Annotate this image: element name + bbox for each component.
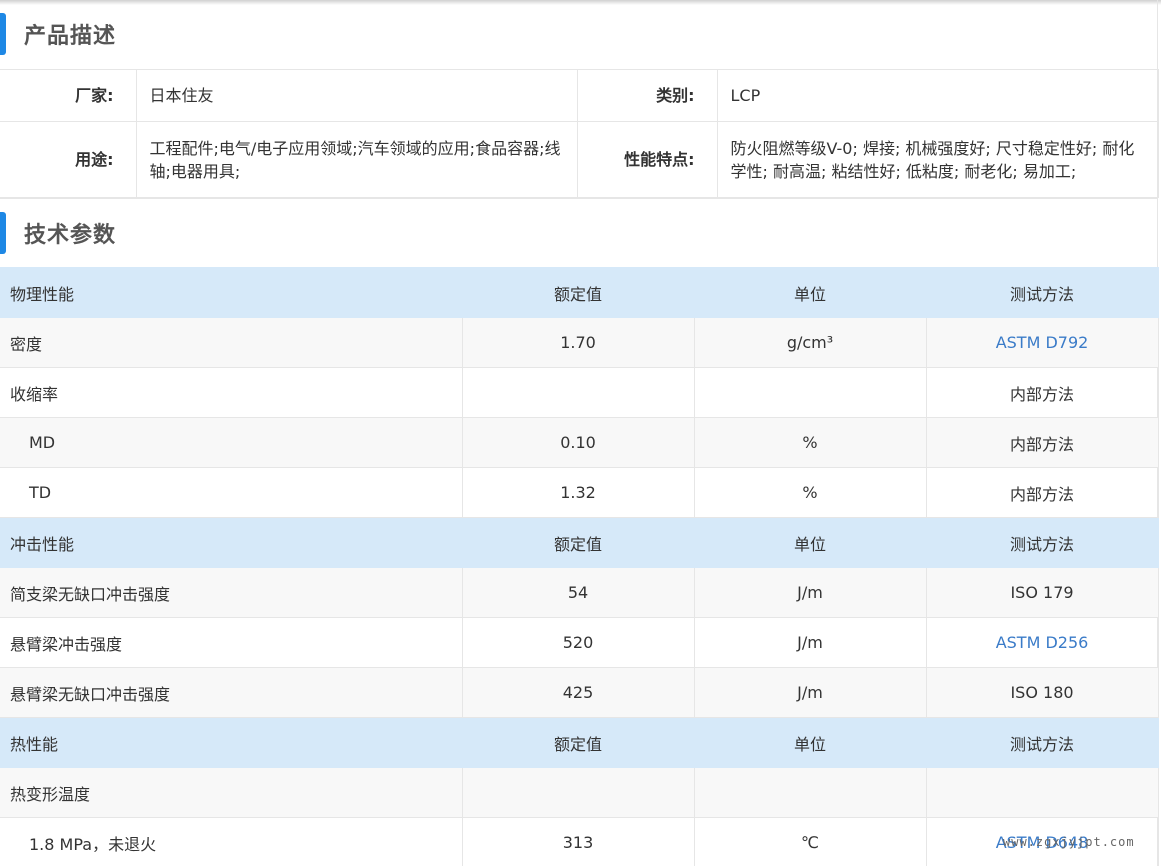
unit-cell: J/m — [693, 617, 927, 668]
test-method-cell: 内部方法 — [925, 467, 1159, 518]
category-label: 类别: — [576, 69, 718, 122]
test-method-cell: 内部方法 — [925, 417, 1159, 468]
section-divider — [0, 197, 1158, 199]
test-method-cell: ASTM D792 — [925, 317, 1159, 368]
manufacturer-label: 厂家: — [0, 69, 137, 122]
property-name-cell: 密度 — [0, 317, 463, 368]
table-group-header-row: 物理性能 额定值 单位 测试方法 — [0, 267, 1159, 318]
property-name-cell: 1.8 MPa，未退火 — [0, 817, 463, 866]
value-cell: 520 — [461, 617, 695, 668]
test-method-cell: ISO 180 — [925, 667, 1159, 718]
value-cell: 0.10 — [461, 417, 695, 468]
property-name-cell: MD — [0, 417, 463, 468]
test-method-link[interactable]: ASTM D256 — [996, 633, 1089, 652]
unit-cell: J/m — [693, 667, 927, 718]
table-row: 密度 1.70 g/cm³ ASTM D792 — [0, 317, 1159, 368]
unit-cell — [693, 367, 927, 418]
table-row: TD 1.32% 内部方法 — [0, 467, 1159, 518]
description-row: 用途: 工程配件;电气/电子应用领域;汽车领域的应用;食品容器;线轴;电器用具;… — [0, 121, 1159, 198]
section-title-tech: 技术参数 — [24, 223, 117, 248]
property-name-cell: 收缩率 — [0, 367, 463, 418]
group-name-cell: 物理性能 — [0, 267, 463, 318]
table-row: MD 0.10% 内部方法 — [0, 417, 1159, 468]
section-accent-bar — [0, 13, 6, 55]
usage-label: 用途: — [0, 121, 137, 198]
unit-cell: % — [693, 467, 927, 518]
unit-cell: 单位 — [693, 717, 927, 768]
section-title-description: 产品描述 — [24, 24, 117, 49]
test-method-cell: ASTM D256 — [925, 617, 1159, 668]
table-row: 1.8 MPa，未退火 313 ℃ ASTM D648 — [0, 817, 1159, 866]
section-header-description: 产品描述 — [0, 9, 1158, 59]
test-method-link[interactable]: ASTM D792 — [996, 333, 1089, 352]
test-method-cell: 测试方法 — [925, 267, 1159, 318]
table-row: 简支梁无缺口冲击强度 54 J/m ISO 179 — [0, 567, 1159, 618]
watermark: www.zgxjyjpt.com — [1003, 835, 1135, 849]
table-row: 热变形温度 — [0, 767, 1159, 818]
value-cell: 额定值 — [461, 717, 695, 768]
unit-cell — [693, 767, 927, 818]
property-name-cell: 悬臂梁冲击强度 — [0, 617, 463, 668]
table-group-header-row: 热性能 额定值 单位 测试方法 — [0, 717, 1159, 768]
unit-cell: J/m — [693, 567, 927, 618]
group-name-cell: 冲击性能 — [0, 517, 463, 568]
tech-params-table: 物理性能 额定值 单位 测试方法 密度 1.70 g/cm³ ASTM D792 收缩率 内部方法… — [0, 267, 1159, 866]
value-cell: 额定值 — [461, 267, 695, 318]
test-method-cell: 内部方法 — [925, 367, 1159, 418]
category-value: LCP — [716, 69, 1159, 122]
table-row: 收缩率 内部方法 — [0, 367, 1159, 418]
section-accent-bar — [0, 212, 6, 254]
property-name-cell: TD — [0, 467, 463, 518]
property-name-cell: 简支梁无缺口冲击强度 — [0, 567, 463, 618]
unit-cell: ℃ — [693, 817, 927, 866]
manufacturer-value: 日本住友 — [135, 69, 578, 122]
table-row: 悬臂梁冲击强度 520 J/m ASTM D256 — [0, 617, 1159, 668]
value-cell — [461, 767, 695, 818]
product-panel: 产品描述 厂家: 日本住友 类别: LCP 用途: 工程配件;电气/电子应用领域… — [0, 0, 1159, 866]
unit-cell: 单位 — [693, 517, 927, 568]
value-cell: 1.70 — [461, 317, 695, 368]
features-label: 性能特点: — [576, 121, 718, 198]
test-method-cell: ISO 179 — [925, 567, 1159, 618]
value-cell: 313 — [461, 817, 695, 866]
table-row: 悬臂梁无缺口冲击强度 425 J/m ISO 180 — [0, 667, 1159, 718]
unit-cell: g/cm³ — [693, 317, 927, 368]
table-group-header-row: 冲击性能 额定值 单位 测试方法 — [0, 517, 1159, 568]
value-cell: 54 — [461, 567, 695, 618]
property-name-cell: 热变形温度 — [0, 767, 463, 818]
section-header-tech: 技术参数 — [0, 208, 1158, 258]
description-table: 厂家: 日本住友 类别: LCP 用途: 工程配件;电气/电子应用领域;汽车领域… — [0, 69, 1159, 198]
test-method-cell: 测试方法 — [925, 517, 1159, 568]
test-method-cell: 测试方法 — [925, 717, 1159, 768]
group-name-cell: 热性能 — [0, 717, 463, 768]
usage-value: 工程配件;电气/电子应用领域;汽车领域的应用;食品容器;线轴;电器用具; — [135, 121, 578, 198]
features-value: 防火阻燃等级V-0; 焊接; 机械强度好; 尺寸稳定性好; 耐化学性; 耐高温;… — [716, 121, 1159, 198]
unit-cell: % — [693, 417, 927, 468]
value-cell: 425 — [461, 667, 695, 718]
unit-cell: 单位 — [693, 267, 927, 318]
value-cell: 1.32 — [461, 467, 695, 518]
tech-params-body: 物理性能 额定值 单位 测试方法 密度 1.70 g/cm³ ASTM D792 收缩率 内部方法… — [0, 267, 1159, 866]
test-method-cell — [925, 767, 1159, 818]
description-row: 厂家: 日本住友 类别: LCP — [0, 69, 1159, 122]
value-cell: 额定值 — [461, 517, 695, 568]
value-cell — [461, 367, 695, 418]
property-name-cell: 悬臂梁无缺口冲击强度 — [0, 667, 463, 718]
